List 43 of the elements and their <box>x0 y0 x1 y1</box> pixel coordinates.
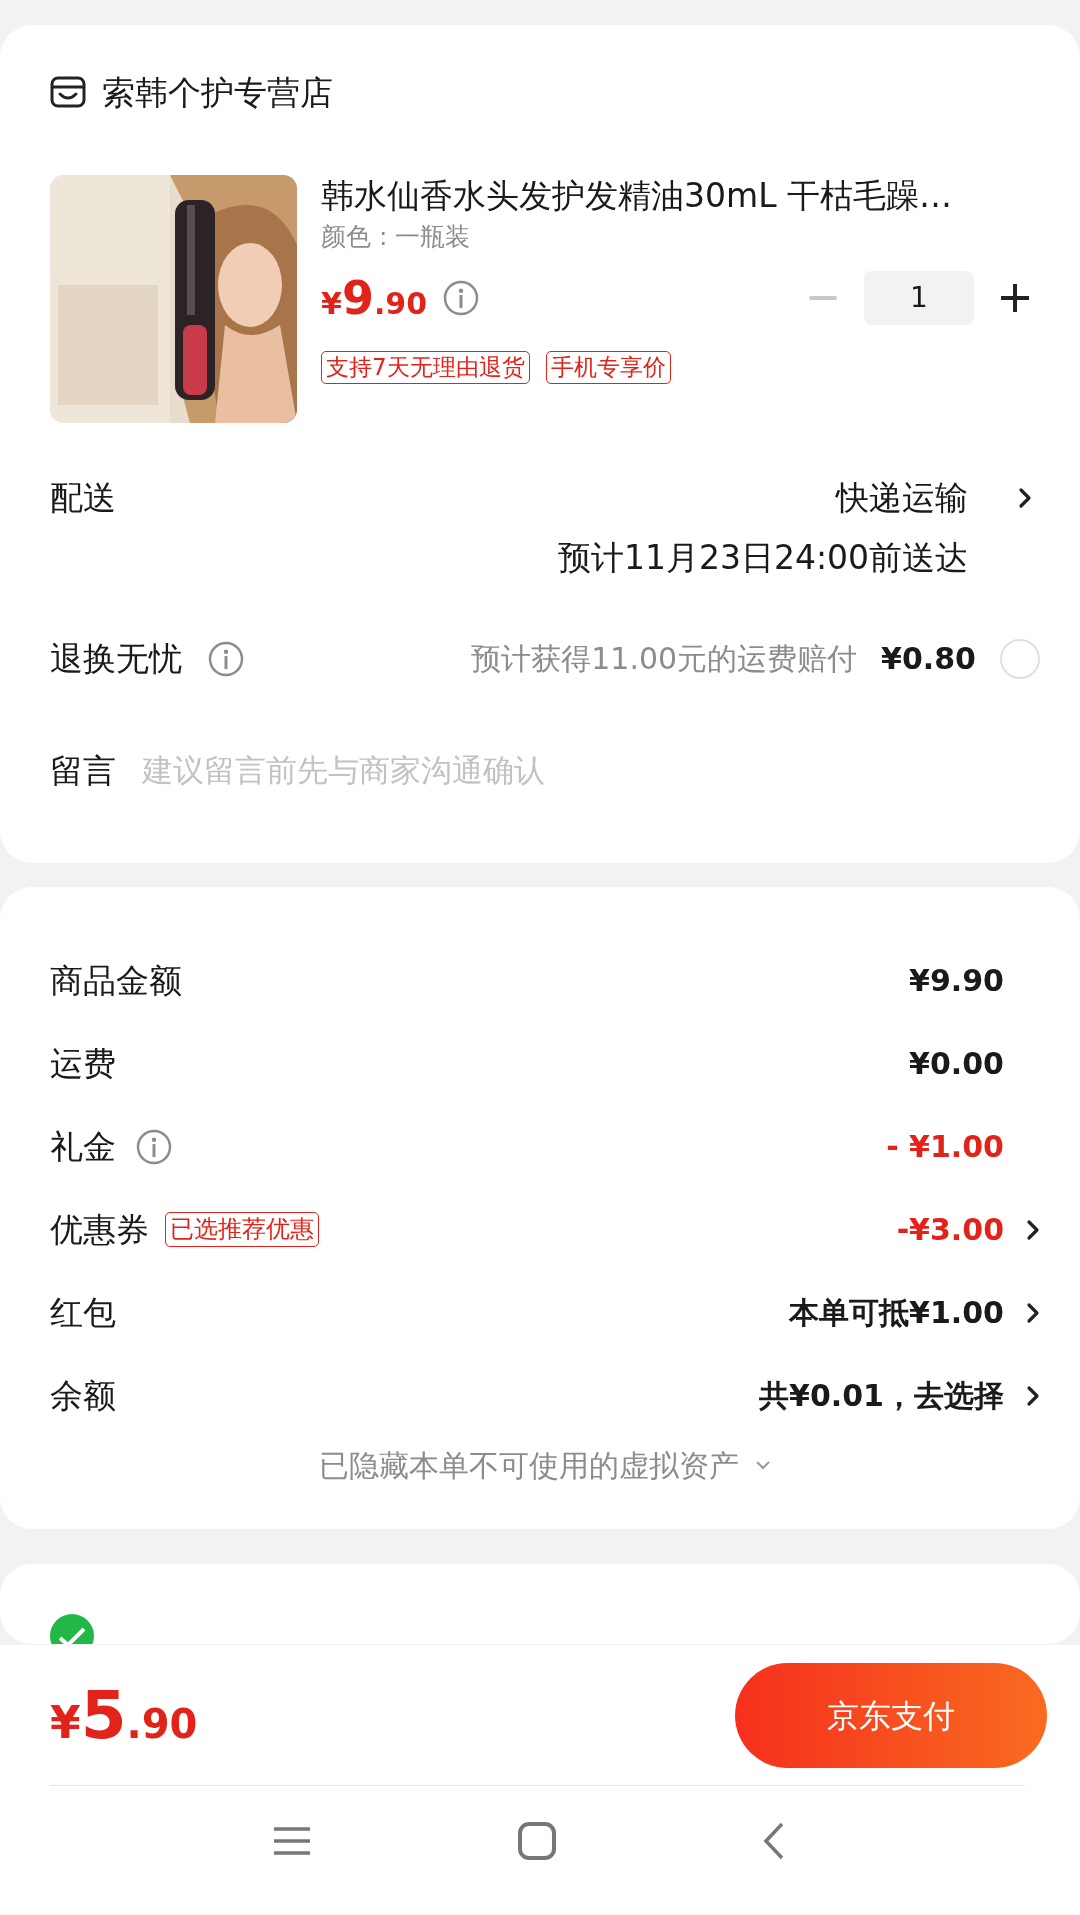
variant-text: 颜色 : 一瓶装 <box>321 220 472 253</box>
plus-icon[interactable] <box>1001 284 1029 313</box>
delivery-eta: 预计11月23日24:00前送达 <box>557 536 968 579</box>
summary-label: 礼金 <box>50 1125 116 1168</box>
insurance-label: 退换无忧 <box>50 638 182 680</box>
home-icon[interactable] <box>517 1821 557 1861</box>
summary-value: ¥9.90 <box>909 962 1004 1000</box>
summary-value: ¥0.00 <box>909 1045 1004 1083</box>
back-icon[interactable] <box>762 1821 786 1861</box>
insurance-note: 预计获得11.00元的运费赔付 <box>471 640 858 679</box>
chevron-down-icon[interactable] <box>755 1460 771 1470</box>
shop-icon[interactable] <box>50 75 86 110</box>
chevron-icon[interactable] <box>1026 1301 1040 1324</box>
summary-label: 余额 <box>50 1374 116 1417</box>
price-text: ¥9.90 <box>321 275 428 322</box>
summary-label: 优惠券 <box>50 1208 149 1251</box>
summary-value: 共¥0.01，去选择 <box>759 1377 1004 1415</box>
chevron-icon[interactable] <box>1026 1218 1040 1241</box>
product-title[interactable]: 韩水仙香水头发护发精油30mL 干枯毛躁… <box>321 175 1040 218</box>
insurance-price: ¥0.80 <box>881 640 976 679</box>
quantity-field[interactable]: 1 <box>864 271 974 326</box>
delivery-label: 配送 <box>50 477 116 519</box>
summary-label: 红包 <box>50 1291 116 1334</box>
coupon-tag: 已选推荐优惠 <box>165 1212 319 1247</box>
promo-tag: 手机专享价 <box>545 351 671 385</box>
promo-tag: 支持7天无理由退货 <box>321 351 530 385</box>
info-icon[interactable] <box>136 1128 172 1165</box>
summary-label: 运费 <box>50 1042 116 1085</box>
summary-value: - ¥1.00 <box>886 1128 1004 1166</box>
summary-value: 本单可抵¥1.00 <box>789 1294 1004 1332</box>
message-label: 留言 <box>50 749 116 792</box>
info-icon[interactable] <box>208 640 244 677</box>
pay-button[interactable]: 京东支付 <box>735 1663 1047 1768</box>
radio-button[interactable] <box>1000 638 1040 679</box>
summary-value: -¥3.00 <box>896 1211 1004 1249</box>
delivery-method[interactable]: 快递运输 <box>836 473 968 523</box>
shop-name[interactable]: 索韩个护专营店 <box>102 67 333 118</box>
menu-icon[interactable] <box>272 1826 312 1856</box>
summary-label: 商品金额 <box>50 959 182 1002</box>
chevron-icon[interactable] <box>1018 487 1032 509</box>
total-price: ¥5.90 <box>50 1682 198 1749</box>
info-icon[interactable] <box>443 280 480 317</box>
chevron-icon[interactable] <box>1026 1384 1040 1407</box>
